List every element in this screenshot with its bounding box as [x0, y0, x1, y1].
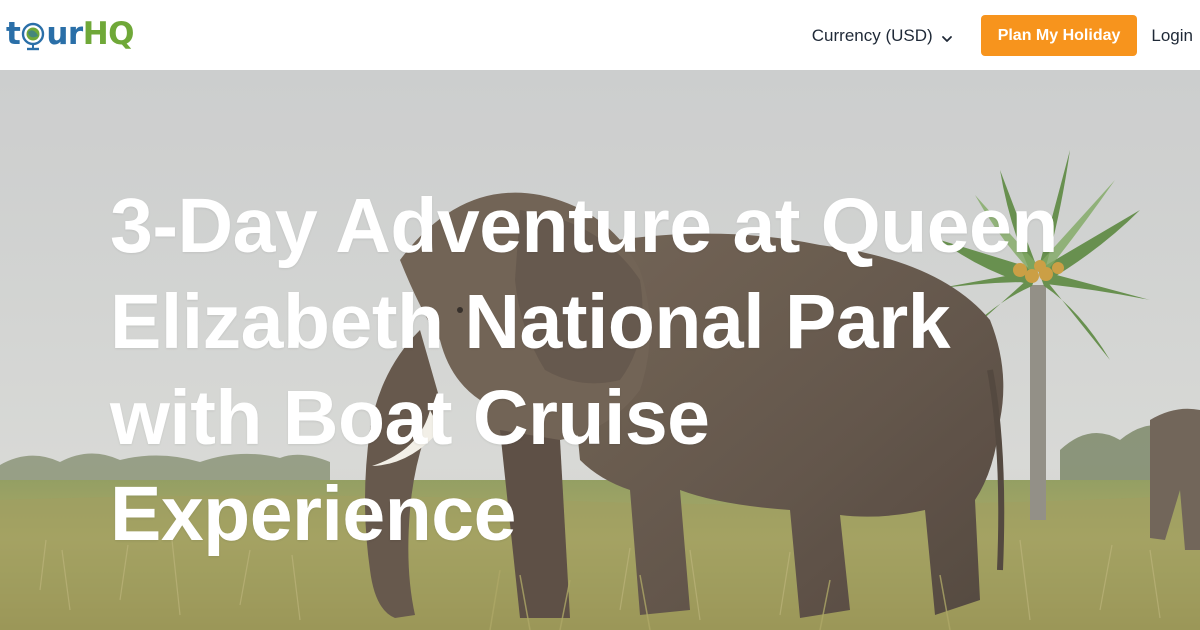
- plan-my-holiday-button[interactable]: Plan My Holiday: [980, 15, 1138, 56]
- hero-title-line-2: Elizabeth National Park: [110, 279, 951, 365]
- login-link[interactable]: Login: [1151, 26, 1193, 46]
- hero-title-line-1: 3-Day Adventure at Queen: [110, 183, 1058, 269]
- currency-selector[interactable]: Currency (USD): [812, 26, 953, 46]
- globe-icon: [21, 22, 45, 51]
- currency-label: Currency (USD): [811, 25, 933, 45]
- nav-actions: Currency (USD) Plan My Holiday Login: [812, 15, 1193, 56]
- navbar: t urHQ Currency (USD) Plan My Holiday Lo…: [0, 0, 1200, 70]
- hero-title: 3-Day Adventure at Queen Elizabeth Natio…: [110, 178, 1130, 562]
- hero-banner: 3-Day Adventure at Queen Elizabeth Natio…: [0, 70, 1200, 630]
- chevron-down-icon: [941, 30, 953, 42]
- tourhq-logo[interactable]: t urHQ: [6, 12, 135, 56]
- logo-wordmark: t urHQ: [6, 16, 135, 52]
- hero-title-line-3: with Boat Cruise Experience: [110, 375, 710, 557]
- logo-text-ur: ur: [46, 16, 83, 52]
- logo-text-t: t: [6, 16, 21, 52]
- logo-text-hq: HQ: [82, 16, 135, 52]
